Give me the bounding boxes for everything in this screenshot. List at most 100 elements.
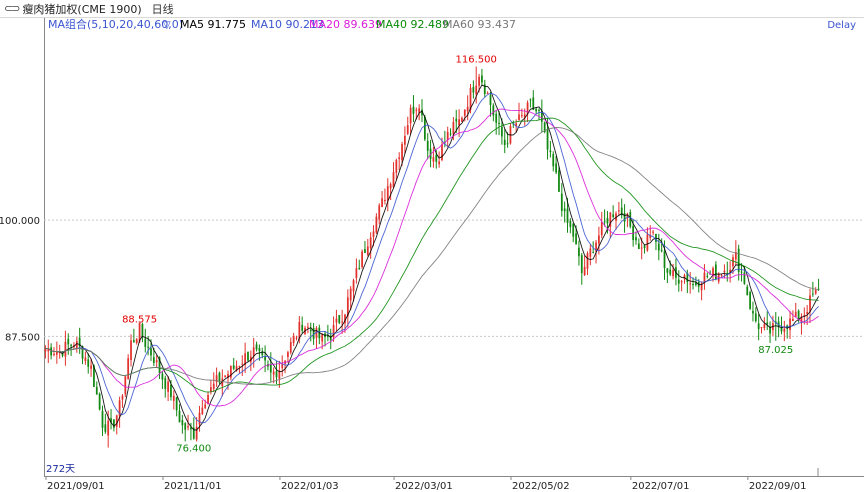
candle-body xyxy=(141,323,144,338)
candle-body xyxy=(389,184,392,189)
candle-body xyxy=(90,365,92,369)
candle-body xyxy=(238,365,241,367)
candle-series xyxy=(44,66,820,448)
y-axis: 100.000 87.500 xyxy=(0,216,40,343)
bar-count-label: 272天 xyxy=(46,464,75,475)
candle-body xyxy=(481,75,483,83)
candle-body xyxy=(706,275,709,277)
candle-body xyxy=(592,251,595,253)
candle-body xyxy=(204,404,207,409)
candle-body xyxy=(415,109,418,111)
candle-body xyxy=(652,231,654,233)
candle-body xyxy=(475,85,478,95)
x-tick-label: 2022/01/03 xyxy=(281,481,339,492)
min-price-label: 76.400 xyxy=(176,444,211,455)
candle-body xyxy=(335,318,338,323)
candle-body xyxy=(754,313,757,322)
ma5-line xyxy=(45,84,819,431)
candle-body xyxy=(64,341,67,357)
candle-body xyxy=(144,338,147,347)
candle-body xyxy=(660,250,663,252)
x-tick-label: 2022/07/01 xyxy=(632,481,690,492)
candle-body xyxy=(132,340,135,342)
candle-body xyxy=(441,144,443,161)
candle-body xyxy=(552,153,555,167)
candle-body xyxy=(643,245,646,248)
candle-body xyxy=(264,356,266,361)
candle-body xyxy=(355,268,358,278)
candle-body xyxy=(789,318,791,330)
x-tick-label: 2022/03/01 xyxy=(395,481,453,492)
x-tick-label: 2022/05/02 xyxy=(512,481,570,492)
candle-body xyxy=(107,420,110,436)
candle-body xyxy=(569,220,572,228)
candle-body xyxy=(749,292,751,309)
candle-body xyxy=(392,172,395,188)
recent-low-label: 87.025 xyxy=(758,345,793,356)
candle-body xyxy=(501,126,503,137)
ma5-legend: MA5 91.775 xyxy=(180,18,246,31)
candle-body xyxy=(746,286,749,295)
candle-body xyxy=(181,420,184,426)
candle-body xyxy=(426,140,429,151)
candle-body xyxy=(135,339,138,343)
candle-body xyxy=(53,353,55,355)
candle-body xyxy=(657,243,660,251)
x-axis: 2021/09/01 2021/11/01 2022/01/03 2022/03/01… xyxy=(45,468,819,492)
candle-body xyxy=(600,222,603,236)
candle-body xyxy=(435,154,438,162)
candle-body xyxy=(463,109,466,116)
candle-body xyxy=(321,334,324,342)
candle-body xyxy=(175,397,178,411)
candlestick-chart[interactable]: 100.000 87.500 2021/09/01 2021/11/01 2022/0… xyxy=(0,0,864,492)
candle-body xyxy=(258,348,261,352)
candle-body xyxy=(255,344,258,350)
candle-body xyxy=(187,426,189,428)
candle-body xyxy=(372,231,375,238)
candle-body xyxy=(121,395,124,400)
candle-body xyxy=(472,86,475,93)
moving-average-lines xyxy=(45,84,819,431)
candle-body xyxy=(95,386,98,395)
candle-body xyxy=(98,393,101,410)
candle-body xyxy=(375,216,378,233)
candle-body xyxy=(814,290,817,294)
candle-body xyxy=(666,268,669,273)
candle-body xyxy=(506,143,509,145)
x-tick-label: 2022/09/01 xyxy=(749,481,807,492)
candle-body xyxy=(75,341,78,349)
candle-body xyxy=(150,348,152,356)
candle-body xyxy=(395,160,398,173)
candle-body xyxy=(669,269,672,275)
candle-body xyxy=(737,248,740,273)
candle-body xyxy=(432,157,435,162)
candle-body xyxy=(580,255,583,274)
candle-body xyxy=(680,281,683,283)
candle-body xyxy=(401,144,403,160)
candle-body xyxy=(198,412,201,425)
candle-body xyxy=(101,410,104,428)
candle-body xyxy=(301,324,304,331)
candle-body xyxy=(269,364,272,373)
candle-body xyxy=(287,352,289,358)
candle-body xyxy=(575,233,577,244)
candle-body xyxy=(578,247,580,257)
candle-body xyxy=(184,423,187,430)
candle-body xyxy=(558,170,560,192)
candle-body xyxy=(378,205,381,220)
candle-body xyxy=(309,329,312,332)
candle-body xyxy=(452,122,455,135)
candle-body xyxy=(598,235,600,244)
candle-body xyxy=(147,346,150,348)
local-high-label: 88.575 xyxy=(122,314,157,325)
grid-lines xyxy=(44,219,864,337)
candle-body xyxy=(212,383,215,390)
chevron-down-icon[interactable]: ▽ xyxy=(163,20,171,31)
candle-body xyxy=(232,365,235,369)
candle-body xyxy=(766,322,769,325)
candle-body xyxy=(172,395,175,401)
candle-body xyxy=(692,283,694,286)
ma40-legend: MA40 92.489 xyxy=(376,18,449,31)
candle-body xyxy=(275,371,278,378)
candle-body xyxy=(794,311,797,317)
